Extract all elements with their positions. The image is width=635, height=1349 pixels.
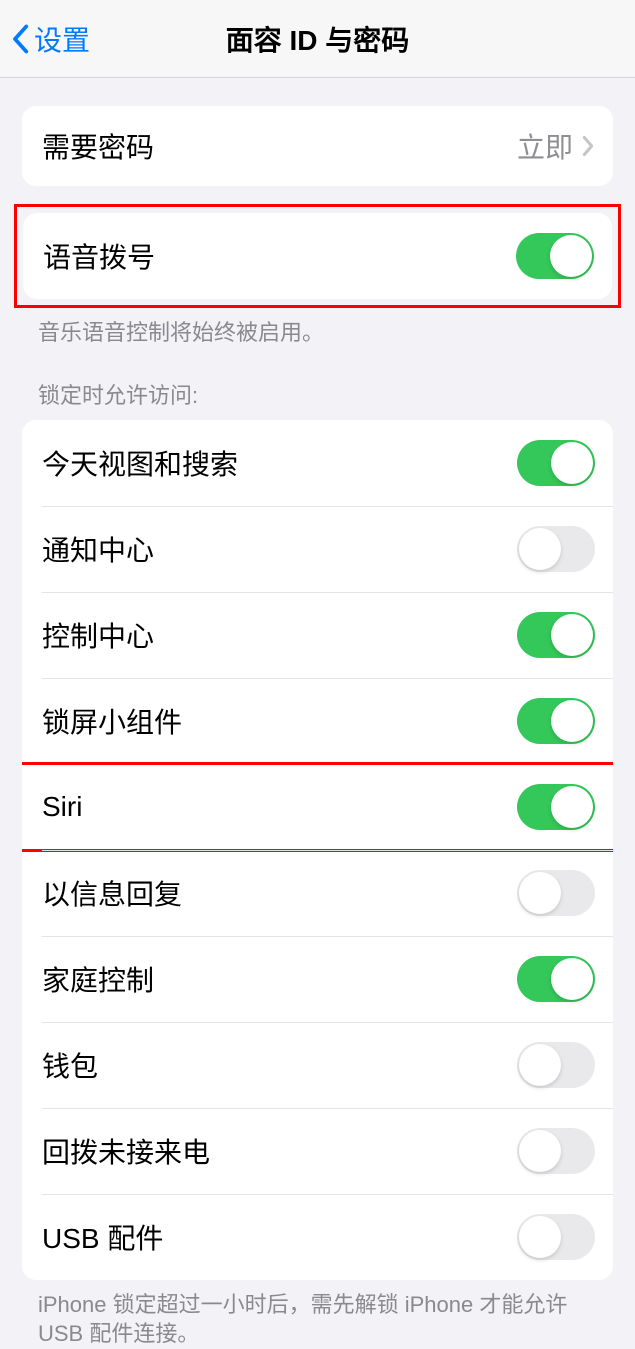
toggle-knob (519, 872, 561, 914)
lock-widgets-toggle[interactable] (517, 698, 595, 744)
nav-header: 设置 面容 ID 与密码 (0, 0, 635, 78)
siri-row: Siri (22, 764, 613, 850)
highlight-voice-dial: 语音拨号 (14, 204, 621, 308)
wallet-row: 钱包 (22, 1022, 613, 1108)
lock-section-header: 锁定时允许访问: (0, 348, 635, 416)
voice-dial-group: 语音拨号 (23, 213, 612, 299)
reply-message-row: 以信息回复 (22, 850, 613, 936)
row-label: 需要密码 (42, 126, 154, 166)
lock-widgets-row: 锁屏小组件 (22, 678, 613, 764)
notification-center-row: 通知中心 (22, 506, 613, 592)
toggle-knob (519, 1130, 561, 1172)
return-call-toggle[interactable] (517, 1128, 595, 1174)
usb-footer: iPhone 锁定超过一小时后，需先解锁 iPhone 才能允许 USB 配件连… (0, 1280, 635, 1349)
toggle-knob (550, 235, 592, 277)
control-center-toggle[interactable] (517, 612, 595, 658)
row-label: 锁屏小组件 (42, 701, 182, 741)
control-center-row: 控制中心 (22, 592, 613, 678)
toggle-knob (551, 614, 593, 656)
toggle-knob (551, 786, 593, 828)
row-value: 立即 (517, 126, 573, 166)
voice-dial-footer: 音乐语音控制将始终被启用。 (0, 308, 635, 348)
today-view-toggle[interactable] (517, 440, 595, 486)
voice-dial-row: 语音拨号 (23, 213, 612, 299)
row-label: 钱包 (42, 1045, 98, 1085)
row-label: USB 配件 (42, 1217, 163, 1257)
siri-toggle[interactable] (517, 784, 595, 830)
home-control-toggle[interactable] (517, 956, 595, 1002)
usb-accessories-row: USB 配件 (22, 1194, 613, 1280)
today-view-row: 今天视图和搜索 (22, 420, 613, 506)
row-label: Siri (42, 791, 82, 823)
toggle-knob (551, 958, 593, 1000)
row-label: 通知中心 (42, 529, 154, 569)
toggle-knob (551, 442, 593, 484)
back-button[interactable]: 设置 (10, 19, 90, 59)
row-label: 语音拨号 (43, 236, 155, 276)
wallet-toggle[interactable] (517, 1042, 595, 1088)
return-call-row: 回拨未接来电 (22, 1108, 613, 1194)
voice-dial-toggle[interactable] (516, 233, 594, 279)
row-value-group: 立即 (517, 126, 595, 166)
toggle-knob (551, 700, 593, 742)
back-label: 设置 (34, 19, 90, 59)
require-passcode-row[interactable]: 需要密码 立即 (22, 106, 613, 186)
toggle-knob (519, 1044, 561, 1086)
lock-access-group: 今天视图和搜索 通知中心 控制中心 锁屏小组件 Siri 以信息回复 家庭控制 (22, 420, 613, 1280)
reply-message-toggle[interactable] (517, 870, 595, 916)
row-label: 家庭控制 (42, 959, 154, 999)
require-passcode-group: 需要密码 立即 (22, 106, 613, 186)
row-label: 以信息回复 (42, 873, 182, 913)
page-title: 面容 ID 与密码 (226, 19, 410, 59)
row-label: 今天视图和搜索 (42, 443, 238, 483)
chevron-right-icon (581, 135, 595, 157)
chevron-left-icon (10, 23, 30, 55)
home-control-row: 家庭控制 (22, 936, 613, 1022)
notification-center-toggle[interactable] (517, 526, 595, 572)
row-label: 回拨未接来电 (42, 1131, 210, 1171)
row-label: 控制中心 (42, 615, 154, 655)
toggle-knob (519, 1216, 561, 1258)
toggle-knob (519, 528, 561, 570)
